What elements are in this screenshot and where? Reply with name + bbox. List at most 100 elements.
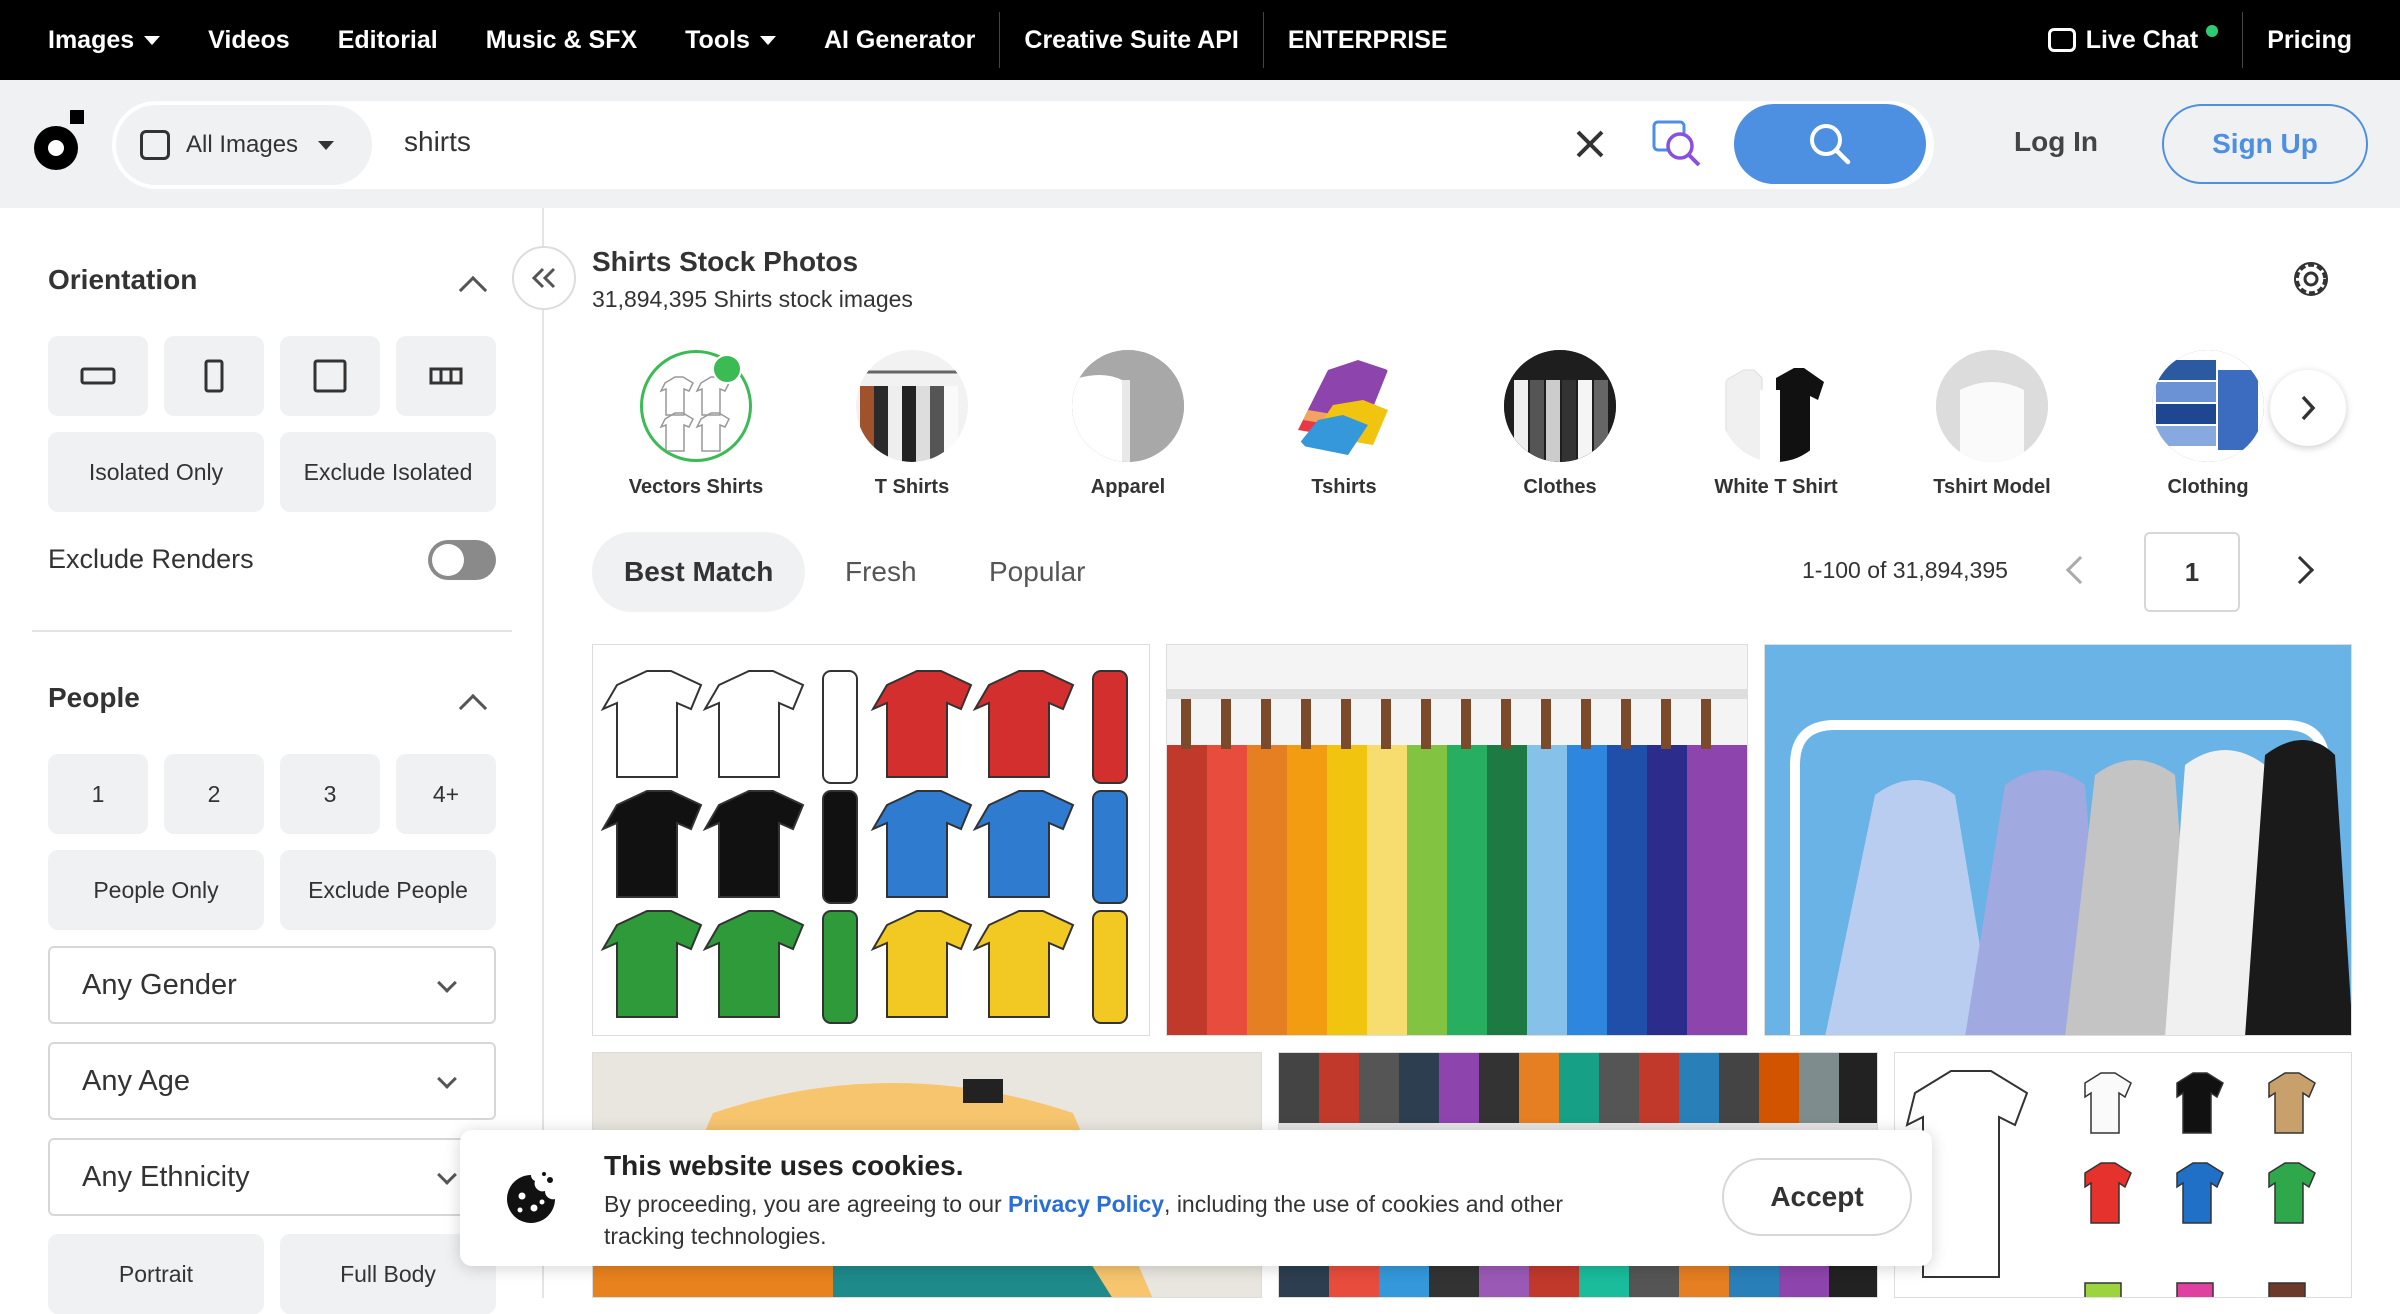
page-number-input[interactable]: 1: [2144, 532, 2240, 612]
result-image-dress-shirts[interactable]: [1764, 644, 2352, 1036]
category-white-t-shirt[interactable]: White T Shirt: [1686, 350, 1866, 499]
cookie-message: By proceeding, you are agreeing to our P…: [604, 1188, 1604, 1252]
exclude-renders-toggle[interactable]: [428, 540, 496, 580]
category-vectors-shirts[interactable]: Vectors Shirts: [606, 350, 786, 499]
category-tshirt-model[interactable]: Tshirt Model: [1902, 350, 2082, 499]
nav-pricing[interactable]: Pricing: [2243, 0, 2400, 80]
cookie-title: This website uses cookies.: [604, 1150, 964, 1181]
people-count-1[interactable]: 1: [48, 754, 148, 834]
online-status-dot: [2206, 25, 2219, 37]
chevron-down-icon: [318, 140, 335, 150]
ethnicity-select[interactable]: Any Ethnicity: [48, 1138, 496, 1216]
privacy-policy-link[interactable]: Privacy Policy: [1008, 1191, 1164, 1217]
cookie-banner: This website uses cookies. By proceeding…: [460, 1130, 1932, 1266]
result-count: 31,894,395 Shirts stock images: [592, 286, 913, 312]
gender-select[interactable]: Any Gender: [48, 946, 496, 1024]
nav-images-label: Images: [48, 25, 135, 54]
clear-icon[interactable]: [1572, 126, 1608, 162]
login-link[interactable]: Log In: [2014, 126, 2098, 158]
category-label: White T Shirt: [1714, 476, 1838, 498]
cookie-icon: [507, 1172, 555, 1223]
people-count-2[interactable]: 2: [164, 754, 264, 834]
category-label: Vectors Shirts: [628, 476, 764, 498]
prev-page-icon[interactable]: [2065, 555, 2095, 585]
category-tshirts[interactable]: Tshirts: [1254, 350, 1434, 499]
people-only-button[interactable]: People Only: [48, 850, 264, 930]
accept-cookies-button[interactable]: Accept: [1722, 1158, 1912, 1236]
people-title: People: [48, 682, 140, 713]
next-page-icon[interactable]: [2285, 555, 2315, 585]
visual-search-icon[interactable]: [1652, 120, 1702, 168]
section-divider: [32, 630, 512, 632]
category-thumbnail: [1504, 350, 1616, 462]
nav-ai-generator[interactable]: AI Generator: [800, 0, 999, 80]
exclude-people-button[interactable]: Exclude People: [280, 850, 496, 930]
live-chat-button[interactable]: Live Chat: [2024, 0, 2243, 80]
chevron-down-icon: [144, 35, 161, 45]
category-clothing[interactable]: Clothing: [2118, 350, 2298, 499]
portrait-button[interactable]: Portrait: [48, 1234, 264, 1314]
age-select[interactable]: Any Age: [48, 1042, 496, 1120]
nav-images[interactable]: Images: [0, 0, 184, 80]
logo-icon[interactable]: [32, 110, 84, 172]
category-thumbnail: [1936, 350, 2048, 462]
tab-best-match[interactable]: Best Match: [592, 532, 806, 612]
chevron-up-icon[interactable]: [458, 693, 488, 723]
result-range: 1-100 of 31,894,395: [1802, 557, 2008, 583]
result-image-tshirt-vectors[interactable]: [592, 644, 1150, 1036]
double-chevron-left-icon: [531, 267, 556, 289]
chevron-down-icon: [437, 1069, 457, 1089]
people-count-3[interactable]: 3: [280, 754, 380, 834]
nav-enterprise[interactable]: ENTERPRISE: [1264, 0, 1472, 80]
result-image-tshirt-templates[interactable]: [1894, 1052, 2352, 1298]
square-icon: [313, 359, 347, 393]
isolated-only-button[interactable]: Isolated Only: [48, 432, 264, 512]
nav-videos[interactable]: Videos: [184, 0, 314, 80]
exclude-isolated-button[interactable]: Exclude Isolated: [280, 432, 496, 512]
category-clothes[interactable]: Clothes: [1470, 350, 1650, 499]
category-t-shirts[interactable]: T Shirts: [822, 350, 1002, 499]
search-input[interactable]: shirts: [404, 126, 471, 158]
search-header: All Images shirts Log In Sign Up: [0, 80, 2400, 208]
chevron-up-icon[interactable]: [458, 275, 488, 305]
category-label: T Shirts: [874, 476, 950, 498]
tab-fresh[interactable]: Fresh: [845, 532, 917, 612]
nav-tools-label: Tools: [685, 25, 750, 54]
result-image-rainbow-shirts[interactable]: [1166, 644, 1748, 1036]
orientation-title: Orientation: [48, 264, 198, 295]
chevron-right-icon: [2301, 395, 2316, 421]
category-apparel[interactable]: Apparel: [1038, 350, 1218, 499]
orientation-square-button[interactable]: [280, 336, 380, 416]
category-label: Tshirt Model: [1933, 476, 2051, 498]
top-navigation: Images Videos Editorial Music & SFX Tool…: [0, 0, 2400, 80]
panorama-icon: [429, 367, 463, 385]
search-scope-dropdown[interactable]: All Images: [116, 105, 372, 185]
category-label: Tshirts: [1311, 476, 1377, 498]
chevron-down-icon: [437, 1165, 457, 1185]
chevron-down-icon: [759, 35, 776, 45]
nav-music-sfx[interactable]: Music & SFX: [462, 0, 661, 80]
nav-tools[interactable]: Tools: [661, 0, 800, 80]
orientation-horizontal-button[interactable]: [48, 336, 148, 416]
ethnicity-select-value: Any Ethnicity: [82, 1160, 250, 1193]
orientation-vertical-button[interactable]: [164, 336, 264, 416]
people-count-4-plus[interactable]: 4+: [396, 754, 496, 834]
tab-popular[interactable]: Popular: [989, 532, 1086, 612]
signup-button[interactable]: Sign Up: [2162, 104, 2368, 184]
image-type-icon: [140, 130, 170, 160]
orientation-panoramic-button[interactable]: [396, 336, 496, 416]
portrait-icon: [204, 359, 224, 393]
landscape-icon: [80, 367, 116, 385]
search-icon: [1810, 124, 1851, 165]
chat-icon: [2047, 28, 2076, 52]
chevron-down-icon: [437, 973, 457, 993]
nav-editorial[interactable]: Editorial: [314, 0, 462, 80]
category-thumbnail: [856, 350, 968, 462]
category-label: Clothing: [2167, 476, 2249, 498]
categories-next-button[interactable]: [2270, 370, 2346, 446]
collapse-sidebar-button[interactable]: [512, 246, 576, 310]
vector-badge-icon: [712, 354, 742, 384]
search-button[interactable]: [1734, 104, 1926, 184]
nav-creative-suite-api[interactable]: Creative Suite API: [1000, 0, 1262, 80]
gear-icon[interactable]: [2288, 256, 2334, 302]
